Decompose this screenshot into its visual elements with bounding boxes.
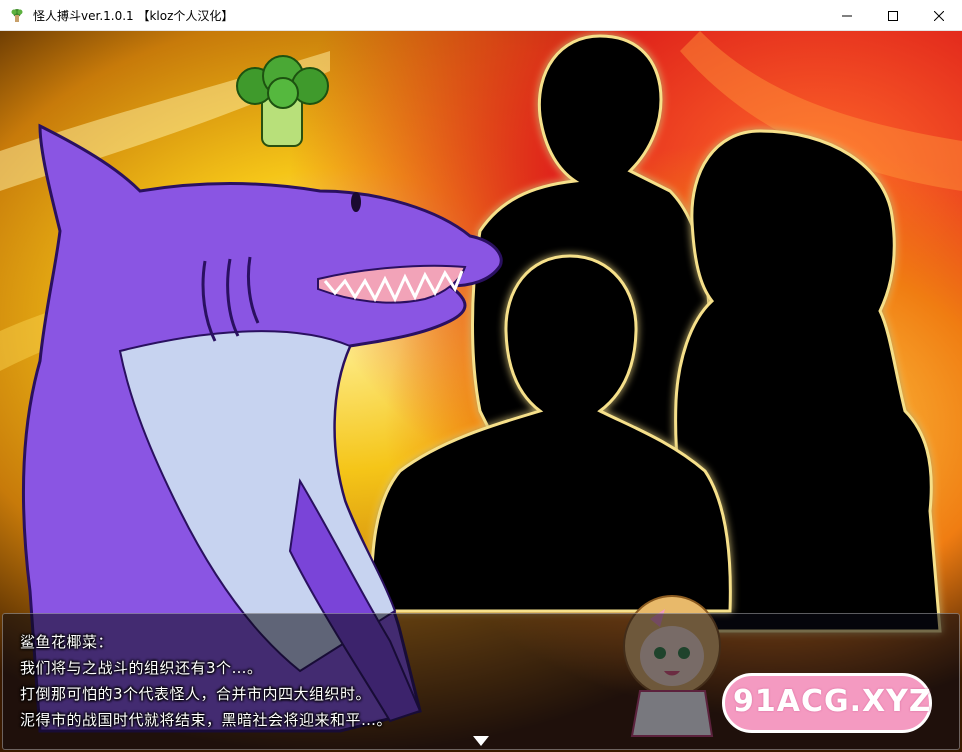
maximize-icon: [888, 10, 898, 21]
watermark-badge: 91ACG.XYZ: [722, 673, 932, 733]
dialogue-line: 打倒那可怕的3个代表怪人，合并市内四大组织时。: [20, 685, 372, 703]
close-button[interactable]: [916, 0, 962, 31]
game-app-icon: [11, 9, 23, 22]
dialogue-line: 我们将与之战斗的组织还有3个…。: [20, 659, 263, 677]
game-viewport[interactable]: 鲨鱼花椰菜： 我们将与之战斗的组织还有3个…。 打倒那可怕的3个代表怪人，合并市…: [0, 31, 962, 752]
minimize-button[interactable]: [824, 0, 870, 31]
watermark-text: 91ACG.XYZ: [733, 684, 932, 719]
minimize-icon: [842, 15, 852, 16]
speaker-name: 鲨鱼花椰菜：: [20, 633, 114, 651]
dialogue-line: 泥得市的战国时代就将结束，黑暗社会将迎来和平…。: [20, 711, 393, 729]
close-icon: [934, 10, 944, 21]
shark-eye: [351, 192, 361, 212]
maximize-button[interactable]: [870, 0, 916, 31]
window-controls: [824, 0, 962, 31]
down-triangle-icon[interactable]: [473, 736, 489, 746]
window-title: 怪人搏斗ver.1.0.1 【kloz个人汉化】: [33, 8, 234, 23]
window-titlebar[interactable]: 怪人搏斗ver.1.0.1 【kloz个人汉化】: [0, 0, 962, 31]
